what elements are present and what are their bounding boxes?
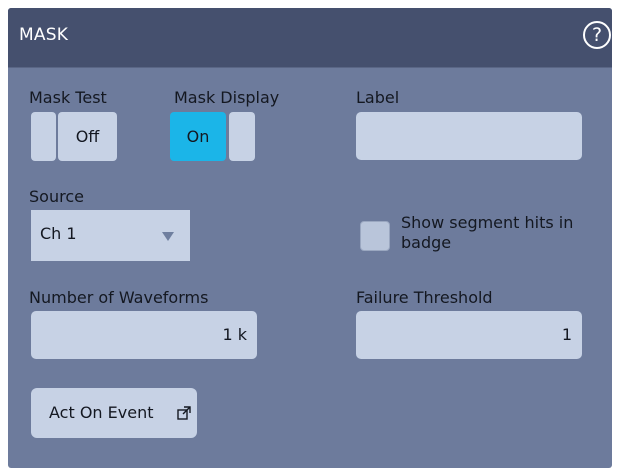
panel-title: MASK xyxy=(19,25,69,45)
mask-test-on-segment[interactable] xyxy=(31,112,56,161)
label-field-label: Label xyxy=(356,88,400,107)
mask-display-label: Mask Display xyxy=(174,88,280,107)
act-on-event-label: Act On Event xyxy=(49,403,154,422)
mask-test-label: Mask Test xyxy=(29,88,107,107)
num-waveforms-label: Number of Waveforms xyxy=(29,288,209,307)
mask-panel: MASK ? Mask Test Off Mask Display On Lab… xyxy=(8,8,612,468)
failure-threshold-label: Failure Threshold xyxy=(356,288,493,307)
mask-display-on-button[interactable]: On xyxy=(170,112,226,161)
segment-hits-checkbox[interactable] xyxy=(360,221,390,251)
mask-test-off-button[interactable]: Off xyxy=(58,112,117,161)
segment-hits-label-line2: badge xyxy=(401,233,452,252)
num-waveforms-value: 1 k xyxy=(222,325,247,344)
failure-threshold-input[interactable]: 1 xyxy=(356,311,582,359)
help-icon[interactable]: ? xyxy=(583,21,611,49)
chevron-down-icon xyxy=(162,232,174,241)
source-dropdown[interactable]: Ch 1 xyxy=(31,210,190,261)
source-selected-value: Ch 1 xyxy=(40,224,77,243)
panel-header: MASK ? xyxy=(8,8,612,68)
mask-display-off-segment[interactable] xyxy=(229,112,255,161)
source-label: Source xyxy=(29,187,84,206)
segment-hits-label-line1: Show segment hits in xyxy=(401,213,574,232)
num-waveforms-input[interactable]: 1 k xyxy=(31,311,257,359)
label-input[interactable] xyxy=(356,112,582,160)
external-link-icon xyxy=(177,406,191,420)
failure-threshold-value: 1 xyxy=(561,325,572,344)
act-on-event-button[interactable]: Act On Event xyxy=(31,388,197,438)
